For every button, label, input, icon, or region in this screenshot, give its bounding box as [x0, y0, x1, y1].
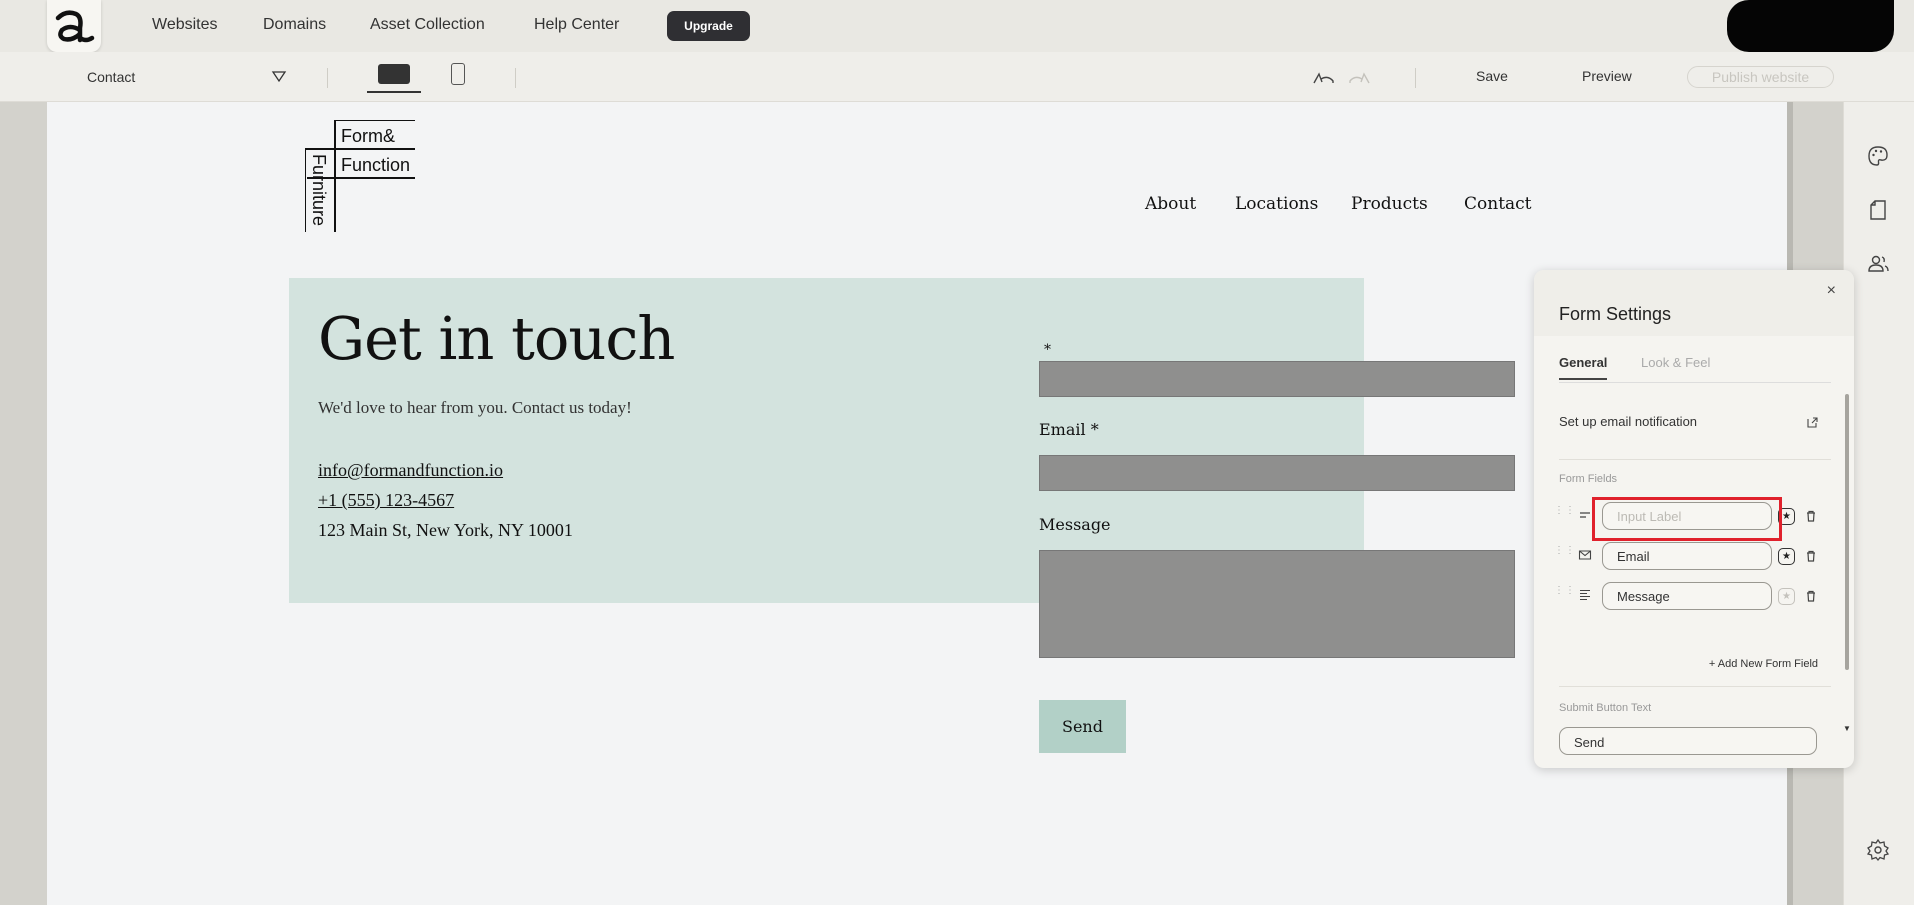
panel-title: Form Settings: [1559, 304, 1672, 324]
palette-icon[interactable]: [1866, 144, 1890, 168]
form-field-row: ⋮⋮ ★: [1554, 502, 1834, 530]
nav-domains[interactable]: Domains: [263, 16, 326, 34]
preview-button[interactable]: Preview: [1582, 68, 1632, 84]
drag-handle-icon[interactable]: ⋮⋮: [1554, 546, 1575, 563]
contact-email-link[interactable]: info@formandfunction.io: [318, 460, 503, 481]
contact-address: 123 Main St, New York, NY 10001: [318, 520, 573, 540]
form-field1-input[interactable]: [1039, 361, 1515, 397]
trash-icon[interactable]: [1804, 549, 1818, 563]
required-toggle-star-icon[interactable]: ★: [1778, 588, 1795, 605]
required-toggle-star-icon[interactable]: ★: [1778, 508, 1795, 525]
section-divider: [1559, 459, 1831, 460]
toolbar-divider: [515, 68, 516, 88]
undo-icon[interactable]: [1311, 69, 1337, 87]
site-logo[interactable]: Form& Function Furniture: [305, 120, 415, 232]
toolbar-divider: [327, 68, 328, 88]
contact-phone-link[interactable]: +1 (555) 123-4567: [318, 490, 454, 511]
site-nav-contact[interactable]: Contact: [1464, 194, 1532, 214]
close-icon[interactable]: ×: [1827, 282, 1836, 300]
form-message-textarea[interactable]: [1039, 550, 1515, 658]
tab-general[interactable]: General: [1559, 355, 1608, 380]
form-message-label: Message: [1039, 515, 1111, 534]
nav-websites[interactable]: Websites: [152, 16, 218, 34]
panel-header: [1534, 270, 1854, 336]
top-navigation-bar: Websites Domains Asset Collection Help C…: [0, 0, 1914, 52]
hero-subtitle[interactable]: We'd love to hear from you. Contact us t…: [318, 398, 632, 418]
logo-line1: Form&: [341, 126, 395, 146]
form-fields-heading: Form Fields: [1559, 473, 1618, 485]
logo-vertical: Furniture: [309, 154, 329, 226]
app-logo-icon: [55, 10, 95, 43]
required-toggle-star-icon[interactable]: ★: [1778, 548, 1795, 565]
editor-toolbar: Contact Save Preview Publish website: [0, 52, 1914, 102]
nav-help-center[interactable]: Help Center: [534, 16, 619, 34]
paragraph-icon: [1580, 589, 1590, 601]
short-text-icon: [1580, 512, 1590, 518]
tab-divider: [1559, 382, 1831, 383]
form-send-button[interactable]: Send: [1039, 700, 1126, 753]
form-email-label: Email *: [1039, 420, 1099, 439]
desktop-icon: [378, 64, 410, 84]
drag-handle-icon[interactable]: ⋮⋮: [1554, 586, 1575, 603]
redo-icon[interactable]: [1346, 69, 1372, 87]
upgrade-button[interactable]: Upgrade: [667, 11, 750, 41]
users-icon[interactable]: [1866, 252, 1890, 276]
form-settings-panel: × Form Settings General Look & Feel Set …: [1534, 270, 1854, 768]
form-email-input[interactable]: [1039, 455, 1515, 491]
submit-button-text-input[interactable]: Send: [1559, 727, 1817, 755]
form-field1-label: *: [1044, 342, 1051, 358]
external-link-icon[interactable]: [1806, 416, 1819, 429]
gear-icon[interactable]: [1866, 838, 1890, 862]
submit-button-text-label: Submit Button Text: [1559, 702, 1652, 714]
section-divider: [1559, 686, 1831, 687]
website-canvas: Form& Function Furniture About Locations…: [47, 102, 1787, 905]
app-logo-button[interactable]: [47, 0, 101, 52]
field-label-input[interactable]: [1602, 502, 1772, 530]
site-nav-locations[interactable]: Locations: [1235, 194, 1318, 214]
add-form-field-button[interactable]: + Add New Form Field: [1709, 658, 1818, 670]
site-nav-about[interactable]: About: [1145, 194, 1196, 214]
page-selector[interactable]: Contact: [87, 69, 135, 85]
form-field-row: ⋮⋮ ★: [1554, 542, 1834, 570]
field-label-input[interactable]: [1602, 542, 1772, 570]
scroll-down-arrow-icon[interactable]: ▼: [1843, 724, 1851, 733]
hero-title[interactable]: Get in touch: [318, 304, 675, 373]
user-avatar[interactable]: [1727, 0, 1894, 52]
form-field-row: ⋮⋮ ★: [1554, 582, 1834, 610]
drag-handle-icon[interactable]: ⋮⋮: [1554, 506, 1575, 523]
page-icon[interactable]: [1866, 198, 1890, 222]
trash-icon[interactable]: [1804, 589, 1818, 603]
logo-line2: Function: [341, 155, 410, 175]
nav-asset-collection[interactable]: Asset Collection: [370, 16, 485, 34]
chevron-down-icon[interactable]: [271, 68, 287, 84]
publish-website-button[interactable]: Publish website: [1687, 66, 1834, 88]
envelope-icon: [1578, 550, 1592, 560]
email-notification-link[interactable]: Set up email notification: [1559, 414, 1697, 429]
site-nav-products[interactable]: Products: [1351, 194, 1428, 214]
mobile-view-button[interactable]: [451, 63, 465, 85]
panel-scrollbar[interactable]: [1845, 394, 1849, 670]
field-label-input[interactable]: [1602, 582, 1772, 610]
tab-look-and-feel[interactable]: Look & Feel: [1641, 355, 1710, 370]
trash-icon[interactable]: [1804, 509, 1818, 523]
toolbar-divider: [1415, 68, 1416, 88]
save-button[interactable]: Save: [1476, 68, 1508, 84]
desktop-view-button[interactable]: [367, 61, 421, 93]
